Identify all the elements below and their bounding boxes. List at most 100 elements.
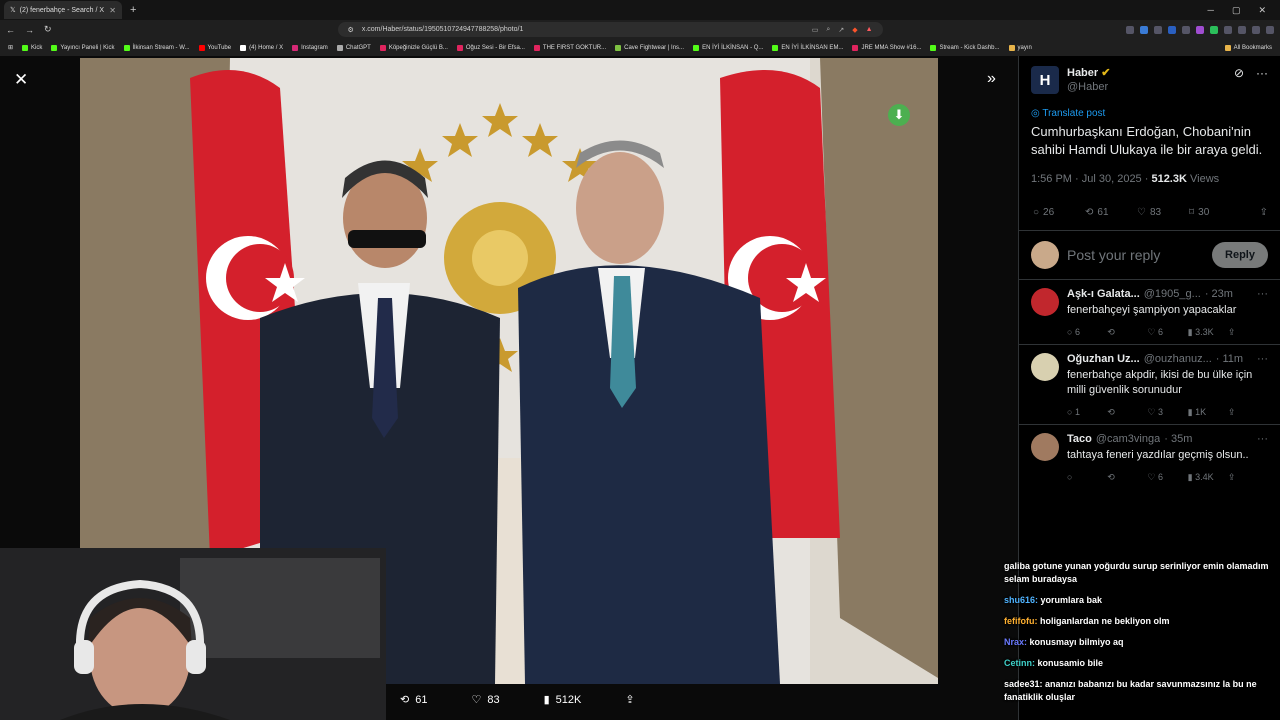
bookmark-item[interactable]: JRE MMA Show #16... [852, 44, 921, 51]
tab-close-icon[interactable]: ✕ [109, 6, 116, 15]
views-button[interactable]: ▮ 512K [544, 693, 582, 707]
more-icon[interactable]: ··· [1257, 288, 1268, 300]
like-button[interactable]: ♡ 6 [1147, 327, 1187, 338]
comment-author[interactable]: Taco [1067, 433, 1092, 445]
views-button[interactable]: ▮ 1K [1188, 407, 1228, 418]
share-button[interactable]: ⇪ [1260, 207, 1268, 218]
repost-button[interactable]: ⟲ 61 [400, 693, 427, 707]
comment-avatar[interactable] [1031, 353, 1059, 381]
comment-author[interactable]: Aşk-ı Galata... [1067, 288, 1140, 300]
like-button[interactable]: ♡ 83 [471, 693, 499, 707]
comment-handle[interactable]: @ouzhanuz... [1144, 353, 1212, 365]
extension-icon[interactable] [1126, 25, 1134, 34]
maximize-button[interactable]: ▢ [1232, 5, 1241, 16]
extension-icon[interactable] [1182, 25, 1190, 34]
extension-icon[interactable] [1154, 25, 1162, 34]
minimize-button[interactable]: ─ [1208, 5, 1214, 16]
reply-button[interactable]: ○ 6 [1067, 327, 1107, 338]
menu-icon[interactable] [1266, 25, 1274, 34]
screen-icon[interactable]: ▭ [812, 26, 819, 34]
avatar[interactable]: H [1031, 66, 1059, 94]
extension-icon[interactable] [1210, 25, 1218, 34]
more-icon[interactable]: ··· [1257, 353, 1268, 365]
expand-panel-icon[interactable]: » [987, 70, 996, 88]
window-close-button[interactable]: ✕ [1258, 5, 1266, 16]
extension-icon[interactable] [1238, 25, 1246, 34]
author-handle[interactable]: @Haber [1067, 81, 1110, 93]
browser-tab[interactable]: 𝕏 (2) fenerbahçe - Search / X ✕ [4, 1, 122, 19]
views-button[interactable]: ▮ 3.3K [1188, 327, 1228, 338]
stream-chat-overlay: galiba gotune yunan yoğurdu surup serinl… [1004, 560, 1280, 712]
extension-icon[interactable] [1224, 25, 1232, 34]
user-avatar[interactable] [1031, 241, 1059, 269]
bookmark-item[interactable]: THE FIRST GOKTUR... [533, 44, 606, 51]
share-icon[interactable]: ⇪ [1228, 472, 1268, 483]
post-time[interactable]: 1:56 PM · Jul 30, 2025 · [1031, 173, 1151, 185]
extension-icon[interactable] [1252, 25, 1260, 34]
comment-item[interactable]: Aşk-ı Galata... @1905_g... · 23m ··· fenerb… [1019, 279, 1280, 344]
url-text[interactable]: x.com/Haber/status/1950510724947788258/p… [362, 26, 804, 33]
comment-handle[interactable]: @cam3vinga [1096, 433, 1160, 445]
download-icon[interactable]: ⬇ [888, 104, 910, 126]
bookmark-button[interactable]: ⌑ 30 [1189, 207, 1241, 218]
bookmark-item[interactable]: Instagram [292, 44, 328, 51]
bookmark-item[interactable]: Cave Fightwear | Ins... [615, 44, 684, 51]
comment-avatar[interactable] [1031, 288, 1059, 316]
repost-button[interactable]: ⟲ 61 [1085, 207, 1137, 218]
share-button[interactable]: ⇪ [625, 693, 634, 706]
extension-icon[interactable] [1168, 25, 1176, 34]
share-icon[interactable]: ⇪ [1228, 327, 1268, 338]
post-stats: ○ 26 ⟲ 61 ♡ 83 ⌑ 30 ⇪ [1019, 185, 1280, 218]
comment-item[interactable]: Oğuzhan Uz... @ouzhanuz... · 11m ··· fenerb… [1019, 344, 1280, 424]
reply-button[interactable]: ○ [1067, 472, 1107, 483]
repost-button[interactable]: ⟲ [1107, 407, 1147, 418]
bookmark-item[interactable]: EN İYİ İLKİNSAN - Q... [693, 44, 763, 51]
repost-button[interactable]: ⟲ [1107, 327, 1147, 338]
extension-icon[interactable] [1196, 25, 1204, 34]
reply-button[interactable]: ○ 26 [1033, 207, 1085, 218]
like-button[interactable]: ♡ 6 [1147, 472, 1187, 483]
bookmark-item[interactable]: Stream - Kick Dashb... [930, 44, 1000, 51]
translate-link[interactable]: ◎ Translate post [1019, 94, 1280, 119]
grok-icon[interactable]: ⊘ [1234, 66, 1244, 94]
brave-shield-icon[interactable]: ◆ [852, 26, 857, 34]
views-button[interactable]: ▮ 3.4K [1188, 472, 1228, 483]
repost-button[interactable]: ⟲ [1107, 472, 1147, 483]
zoom-icon[interactable]: ⌕ [826, 26, 830, 34]
reload-icon[interactable]: ↻ [44, 24, 52, 35]
more-icon[interactable]: ··· [1257, 433, 1268, 445]
new-tab-button[interactable]: + [130, 4, 136, 16]
bookmark-item[interactable]: ChatGPT [336, 44, 371, 51]
rewards-icon[interactable]: ▲ [866, 26, 873, 34]
share-icon[interactable]: ⇪ [1228, 407, 1268, 418]
author-name[interactable]: Haber ✔ [1067, 66, 1110, 79]
forward-icon[interactable]: → [25, 25, 34, 35]
bookmark-folder[interactable]: yayın [1008, 44, 1032, 51]
bookmark-item[interactable]: EN İYİ İLKİNSAN EM... [772, 44, 843, 51]
bookmark-item[interactable]: Köpeğinizle Güçlü B... [379, 44, 448, 51]
reply-button[interactable]: ○ 1 [1067, 407, 1107, 418]
back-icon[interactable]: ← [6, 25, 15, 35]
bookmark-item[interactable]: Yayıncı Paneli | Kick [51, 44, 115, 51]
apps-icon[interactable]: ⊞ [8, 44, 13, 51]
extension-icon[interactable] [1140, 25, 1148, 34]
site-info-icon[interactable]: ⚙ [348, 26, 354, 34]
comment-avatar[interactable] [1031, 433, 1059, 461]
bookmark-item[interactable]: (4) Home / X [240, 44, 283, 51]
close-icon[interactable]: ✕ [14, 70, 28, 90]
bookmark-item[interactable]: İlkinsan Stream - W... [123, 44, 190, 51]
reply-input[interactable]: Post your reply [1067, 247, 1204, 263]
bookmark-item[interactable]: Oğuz Sesi - Bir Efsa... [456, 44, 525, 51]
reply-submit-button[interactable]: Reply [1212, 242, 1268, 268]
more-icon[interactable]: ··· [1256, 66, 1268, 94]
comment-author[interactable]: Oğuzhan Uz... [1067, 353, 1140, 365]
like-button[interactable]: ♡ 83 [1137, 207, 1189, 218]
like-button[interactable]: ♡ 3 [1147, 407, 1187, 418]
comment-handle[interactable]: @1905_g... [1144, 288, 1201, 300]
bookmark-item[interactable]: YouTube [198, 44, 231, 51]
bookmark-item[interactable]: Kick [22, 44, 42, 51]
all-bookmarks[interactable]: All Bookmarks [1224, 44, 1272, 51]
comment-item[interactable]: Taco @cam3vinga · 35m ··· tahtaya feneri ya… [1019, 424, 1280, 489]
address-bar[interactable]: ⚙ x.com/Haber/status/1950510724947788258… [337, 22, 883, 37]
share-icon[interactable]: ↗ [838, 26, 844, 34]
